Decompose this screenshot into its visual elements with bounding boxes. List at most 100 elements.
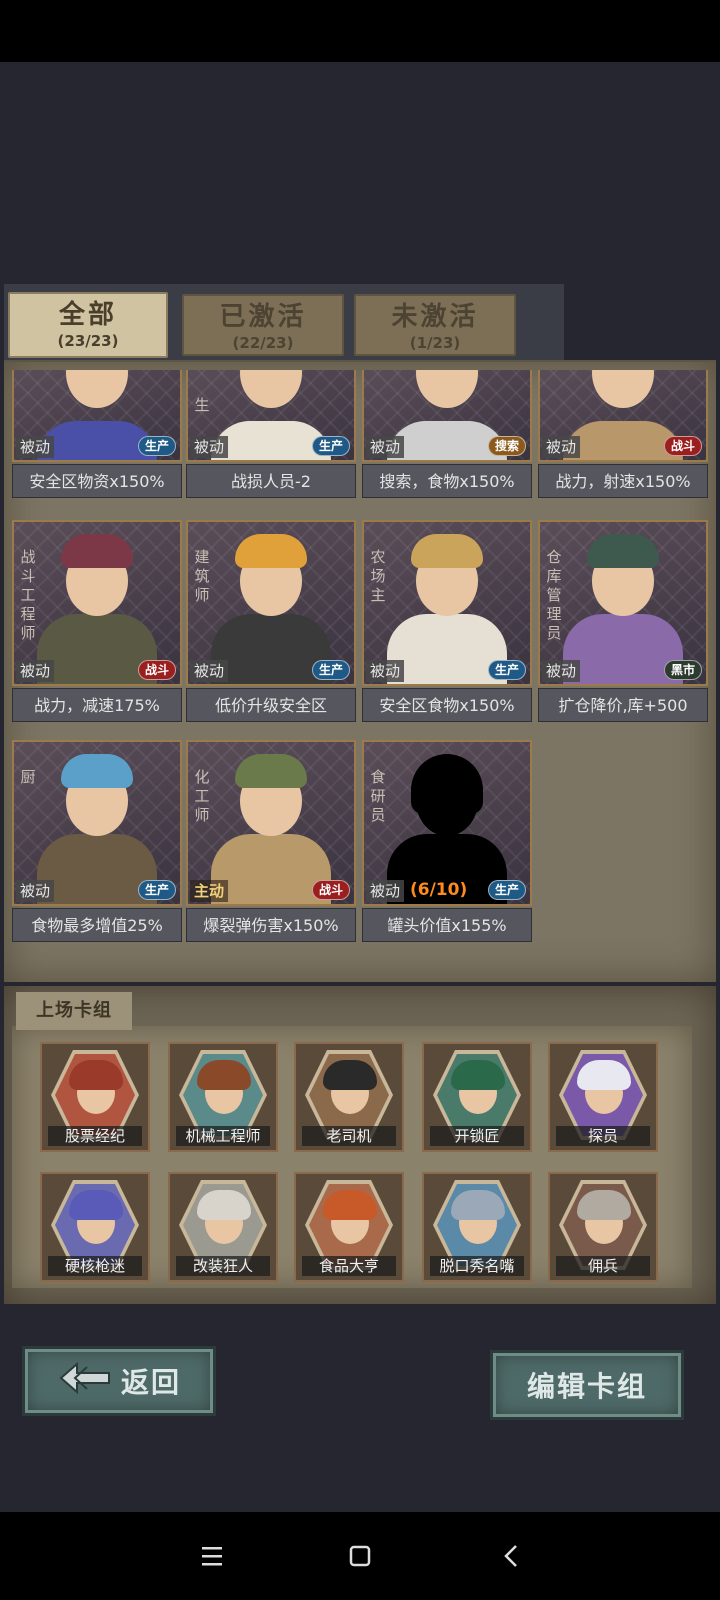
card-effect-text: 战损人员-2 (186, 464, 356, 498)
card-effect-text: 安全区物资x150% (12, 464, 182, 498)
deck-member-card[interactable]: 老司机 (294, 1042, 404, 1152)
back-button-label: 返回 (120, 1366, 181, 1399)
character-card[interactable]: 仓库管理员 被动 黑市 扩仓降价,库+500 (538, 520, 708, 722)
card-role-label: 战斗工程师 (20, 548, 36, 642)
category-badge: 生产 (488, 880, 526, 900)
card-portrait: 生 被动 生产 (186, 370, 356, 462)
tab-activated[interactable]: 已激活 (22/23) (182, 294, 344, 356)
card-portrait: 建筑师 被动 生产 (186, 520, 356, 686)
category-badge: 战斗 (312, 880, 350, 900)
menu-icon[interactable] (190, 1534, 234, 1578)
card-effect-text: 搜索，食物x150% (362, 464, 532, 498)
tab-all[interactable]: 全部 (23/23) (8, 292, 168, 358)
category-badge: 战斗 (138, 660, 176, 680)
tab-inactive[interactable]: 未激活 (1/23) (354, 294, 516, 356)
member-portrait (309, 1054, 389, 1136)
card-role-label: 化工师 (194, 768, 210, 824)
skill-type-label: 被动 (190, 436, 229, 458)
member-name: 股票经纪 (48, 1126, 142, 1146)
character-card[interactable]: 食研员 被动 (6/10) 生产 罐头价值x155% (362, 740, 532, 942)
character-card[interactable]: 厨 被动 生产 食物最多增值25% (12, 740, 182, 942)
deck-member-card[interactable]: 股票经纪 (40, 1042, 150, 1152)
back-nav-icon[interactable] (490, 1534, 534, 1578)
deck-member-card[interactable]: 食品大亨 (294, 1172, 404, 1282)
home-icon[interactable] (338, 1534, 382, 1578)
character-card[interactable]: 被动 生产 安全区物资x150% (12, 370, 182, 498)
member-name: 机械工程师 (176, 1126, 270, 1146)
edit-deck-button[interactable]: 编辑卡组 (490, 1350, 684, 1420)
member-portrait (437, 1184, 517, 1266)
tab-activated-label: 已激活 (219, 302, 307, 332)
skill-type-label: 被动 (542, 660, 581, 682)
member-portrait (183, 1054, 263, 1136)
category-badge: 生产 (312, 436, 350, 456)
character-card[interactable]: 建筑师 被动 生产 低价升级安全区 (186, 520, 356, 722)
deck-member-card[interactable]: 开锁匠 (422, 1042, 532, 1152)
skill-type-label: 被动 (16, 880, 55, 902)
tab-inactive-count: (1/23) (409, 334, 461, 352)
skill-type-label: 被动 (16, 436, 55, 458)
tab-all-label: 全部 (58, 300, 117, 330)
card-effect-text: 战力，减速175% (12, 688, 182, 722)
card-effect-text: 安全区食物x150% (362, 688, 532, 722)
skill-type-label: 被动 (542, 436, 581, 458)
card-effect-text: 低价升级安全区 (186, 688, 356, 722)
unlock-progress: (6/10) (410, 880, 468, 900)
category-badge: 生产 (138, 880, 176, 900)
system-nav-bar (0, 1512, 720, 1600)
card-portrait: 被动 战斗 (538, 370, 708, 462)
member-portrait (563, 1184, 643, 1266)
member-portrait (55, 1184, 135, 1266)
member-name: 改装狂人 (176, 1256, 270, 1276)
member-portrait (563, 1054, 643, 1136)
deck-member-card[interactable]: 机械工程师 (168, 1042, 278, 1152)
skill-type-label: 被动 (190, 660, 229, 682)
deck-member-card[interactable]: 脱口秀名嘴 (422, 1172, 532, 1282)
card-portrait: 战斗工程师 被动 战斗 (12, 520, 182, 686)
card-role-label: 建筑师 (194, 548, 210, 604)
edit-deck-button-label: 编辑卡组 (526, 1370, 647, 1403)
member-portrait (309, 1184, 389, 1266)
member-name: 开锁匠 (430, 1126, 524, 1146)
card-effect-text: 爆裂弹伤害x150% (186, 908, 356, 942)
deck-member-card[interactable]: 探员 (548, 1042, 658, 1152)
category-badge: 黑市 (664, 660, 702, 680)
category-badge: 生产 (138, 436, 176, 456)
status-bar (0, 0, 720, 62)
category-badge: 搜索 (488, 436, 526, 456)
back-arrow-icon (57, 1361, 113, 1402)
character-card[interactable]: 战斗工程师 被动 战斗 战力，减速175% (12, 520, 182, 722)
character-card[interactable]: 生 被动 生产 战损人员-2 (186, 370, 356, 498)
skill-type-label: 被动 (16, 660, 55, 682)
tab-inactive-label: 未激活 (391, 302, 479, 332)
card-portrait: 食研员 被动 (6/10) 生产 (362, 740, 532, 906)
category-badge: 生产 (488, 660, 526, 680)
card-role-label: 厨 (20, 768, 36, 786)
deck-member-card[interactable]: 硬核枪迷 (40, 1172, 150, 1282)
back-button[interactable]: 返回 (22, 1346, 216, 1416)
card-portrait: 被动 搜索 (362, 370, 532, 462)
skill-type-label: 被动 (366, 880, 405, 902)
card-effect-text: 扩仓降价,库+500 (538, 688, 708, 722)
member-name: 佣兵 (556, 1256, 650, 1276)
tab-activated-count: (22/23) (232, 334, 294, 352)
skill-type-label: 主动 (190, 880, 229, 902)
card-portrait: 仓库管理员 被动 黑市 (538, 520, 708, 686)
member-portrait (183, 1184, 263, 1266)
character-card[interactable]: 被动 战斗 战力，射速x150% (538, 370, 708, 498)
card-role-label: 生 (194, 396, 210, 414)
card-portrait: 化工师 主动 战斗 (186, 740, 356, 906)
card-portrait: 农场主 被动 生产 (362, 520, 532, 686)
deck-member-card[interactable]: 改装狂人 (168, 1172, 278, 1282)
category-badge: 生产 (312, 660, 350, 680)
member-name: 食品大亨 (302, 1256, 396, 1276)
deck-member-card[interactable]: 佣兵 (548, 1172, 658, 1282)
card-portrait: 厨 被动 生产 (12, 740, 182, 906)
card-effect-text: 战力，射速x150% (538, 464, 708, 498)
character-card[interactable]: 农场主 被动 生产 安全区食物x150% (362, 520, 532, 722)
character-card[interactable]: 被动 搜索 搜索，食物x150% (362, 370, 532, 498)
card-portrait: 被动 生产 (12, 370, 182, 462)
character-card[interactable]: 化工师 主动 战斗 爆裂弹伤害x150% (186, 740, 356, 942)
deck-title: 上场卡组 (16, 992, 132, 1030)
member-name: 探员 (556, 1126, 650, 1146)
